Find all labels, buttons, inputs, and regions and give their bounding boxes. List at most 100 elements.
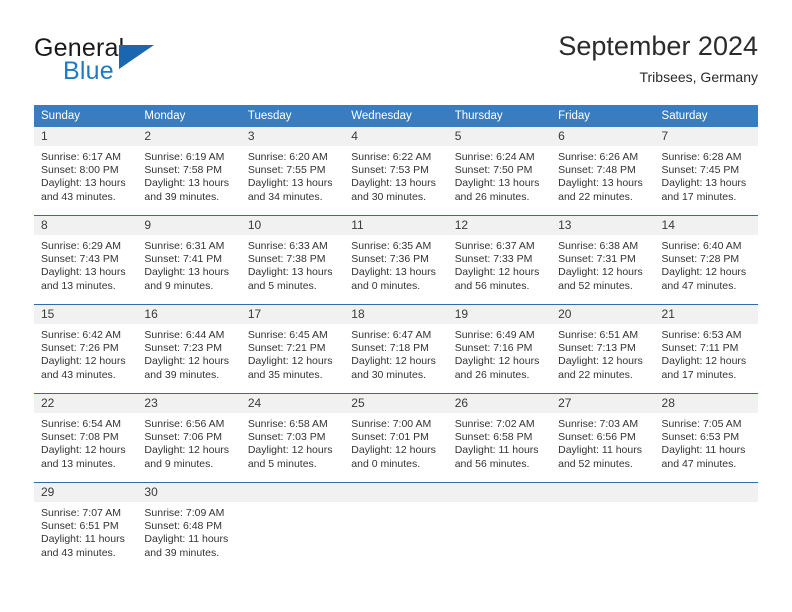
- sunset-text: Sunset: 7:45 PM: [661, 164, 740, 177]
- sunrise-text: Sunrise: 6:45 AM: [247, 329, 328, 341]
- day-details: Sunrise: 6:19 AM Sunset: 7:58 PM Dayligh…: [137, 146, 240, 204]
- day-number: [240, 483, 345, 502]
- day-number: 10: [240, 216, 345, 235]
- day-number: 11: [344, 216, 448, 235]
- sunrise-text: Sunrise: 6:17 AM: [41, 151, 121, 163]
- day-number: [447, 483, 552, 502]
- day-details: Sunrise: 6:53 AM Sunset: 7:11 PM Dayligh…: [655, 324, 758, 382]
- calendar-day-cell[interactable]: 22 Sunrise: 6:54 AM Sunset: 7:08 PM Dayl…: [34, 393, 138, 483]
- calendar-day-cell[interactable]: 27 Sunrise: 7:03 AM Sunset: 6:56 PM Dayl…: [551, 393, 655, 483]
- day-details: Sunrise: 6:29 AM Sunset: 7:43 PM Dayligh…: [34, 235, 137, 293]
- day-details: Sunrise: 6:38 AM Sunset: 7:31 PM Dayligh…: [551, 235, 654, 293]
- calendar-day-cell[interactable]: 15 Sunrise: 6:42 AM Sunset: 7:26 PM Dayl…: [34, 304, 138, 394]
- day-details: Sunrise: 6:49 AM Sunset: 7:16 PM Dayligh…: [448, 324, 551, 382]
- calendar-day-cell[interactable]: 16 Sunrise: 6:44 AM Sunset: 7:23 PM Dayl…: [137, 304, 241, 394]
- calendar-day-cell[interactable]: 14 Sunrise: 6:40 AM Sunset: 7:28 PM Dayl…: [654, 215, 758, 305]
- day-number: 17: [240, 305, 345, 324]
- general-blue-logo[interactable]: General Blue: [34, 34, 224, 92]
- calendar-day-cell[interactable]: 17 Sunrise: 6:45 AM Sunset: 7:21 PM Dayl…: [240, 304, 345, 394]
- sunrise-text: Sunrise: 7:05 AM: [661, 418, 742, 430]
- calendar-day-cell[interactable]: 10 Sunrise: 6:33 AM Sunset: 7:38 PM Dayl…: [240, 215, 345, 305]
- calendar-day-cell[interactable]: 25 Sunrise: 7:00 AM Sunset: 7:01 PM Dayl…: [344, 393, 448, 483]
- sunrise-text: Sunrise: 6:24 AM: [454, 151, 535, 163]
- daylight-text: Daylight: 11 hours and 47 minutes.: [661, 444, 746, 470]
- daylight-text: Daylight: 12 hours and 56 minutes.: [454, 266, 540, 292]
- calendar-day-cell[interactable]: 13 Sunrise: 6:38 AM Sunset: 7:31 PM Dayl…: [551, 215, 655, 305]
- sunrise-text: Sunrise: 7:00 AM: [351, 418, 432, 430]
- daylight-text: Daylight: 12 hours and 26 minutes.: [454, 355, 540, 381]
- day-details: Sunrise: 6:20 AM Sunset: 7:55 PM Dayligh…: [241, 146, 344, 204]
- day-number: 4: [344, 127, 448, 146]
- sunset-text: Sunset: 7:06 PM: [144, 431, 223, 444]
- calendar-day-cell[interactable]: 2 Sunrise: 6:19 AM Sunset: 7:58 PM Dayli…: [137, 127, 241, 216]
- day-number: 19: [447, 305, 552, 324]
- day-number: 13: [551, 216, 655, 235]
- sunset-text: Sunset: 6:58 PM: [454, 431, 533, 444]
- calendar-day-cell[interactable]: 19 Sunrise: 6:49 AM Sunset: 7:16 PM Dayl…: [447, 304, 552, 394]
- calendar-day-cell-empty: [344, 482, 448, 571]
- calendar-day-cell[interactable]: 4 Sunrise: 6:22 AM Sunset: 7:53 PM Dayli…: [344, 127, 448, 216]
- daylight-text: Daylight: 12 hours and 30 minutes.: [351, 355, 436, 381]
- calendar-day-cell[interactable]: 12 Sunrise: 6:37 AM Sunset: 7:33 PM Dayl…: [447, 215, 552, 305]
- sunrise-text: Sunrise: 6:54 AM: [41, 418, 121, 430]
- calendar-week-row: 15 Sunrise: 6:42 AM Sunset: 7:26 PM Dayl…: [34, 304, 758, 394]
- sunrise-text: Sunrise: 6:53 AM: [661, 329, 742, 341]
- sunset-text: Sunset: 6:53 PM: [661, 431, 740, 444]
- calendar-day-cell[interactable]: 6 Sunrise: 6:26 AM Sunset: 7:48 PM Dayli…: [551, 127, 655, 216]
- sunrise-text: Sunrise: 6:31 AM: [144, 240, 225, 252]
- day-number: 3: [240, 127, 345, 146]
- sunset-text: Sunset: 7:55 PM: [247, 164, 326, 177]
- daylight-text: Daylight: 13 hours and 9 minutes.: [144, 266, 230, 292]
- sunrise-text: Sunrise: 6:26 AM: [558, 151, 639, 163]
- sunrise-text: Sunrise: 6:20 AM: [247, 151, 328, 163]
- page-title: September 2024: [558, 31, 758, 61]
- sunrise-text: Sunrise: 6:35 AM: [351, 240, 432, 252]
- calendar-week-row: 22 Sunrise: 6:54 AM Sunset: 7:08 PM Dayl…: [34, 393, 758, 483]
- sunset-text: Sunset: 7:50 PM: [454, 164, 533, 177]
- day-number: [654, 483, 758, 502]
- day-number: 24: [240, 394, 345, 413]
- sunset-text: Sunset: 7:03 PM: [247, 431, 326, 444]
- daylight-text: Daylight: 12 hours and 17 minutes.: [661, 355, 747, 381]
- sunset-text: Sunset: 7:26 PM: [41, 342, 119, 355]
- calendar-day-cell[interactable]: 30 Sunrise: 7:09 AM Sunset: 6:48 PM Dayl…: [137, 482, 241, 571]
- calendar-week-row: 29 Sunrise: 7:07 AM Sunset: 6:51 PM Dayl…: [34, 482, 758, 571]
- calendar-day-cell[interactable]: 1 Sunrise: 6:17 AM Sunset: 8:00 PM Dayli…: [34, 127, 138, 216]
- calendar-week-row: 8 Sunrise: 6:29 AM Sunset: 7:43 PM Dayli…: [34, 215, 758, 305]
- day-number: 7: [654, 127, 758, 146]
- day-number: 20: [551, 305, 655, 324]
- day-number: 22: [34, 394, 138, 413]
- daylight-text: Daylight: 13 hours and 39 minutes.: [144, 177, 230, 203]
- day-details: Sunrise: 6:54 AM Sunset: 7:08 PM Dayligh…: [34, 413, 137, 471]
- calendar-day-cell[interactable]: 20 Sunrise: 6:51 AM Sunset: 7:13 PM Dayl…: [551, 304, 655, 394]
- calendar-day-cell[interactable]: 5 Sunrise: 6:24 AM Sunset: 7:50 PM Dayli…: [447, 127, 552, 216]
- day-details: Sunrise: 6:47 AM Sunset: 7:18 PM Dayligh…: [344, 324, 447, 382]
- calendar-day-cell[interactable]: 11 Sunrise: 6:35 AM Sunset: 7:36 PM Dayl…: [344, 215, 448, 305]
- triangle-icon: [119, 45, 154, 69]
- sunrise-text: Sunrise: 6:49 AM: [454, 329, 535, 341]
- calendar-day-cell[interactable]: 18 Sunrise: 6:47 AM Sunset: 7:18 PM Dayl…: [344, 304, 448, 394]
- calendar-day-cell-empty: [240, 482, 345, 571]
- calendar-day-cell[interactable]: 23 Sunrise: 6:56 AM Sunset: 7:06 PM Dayl…: [137, 393, 241, 483]
- calendar-day-cell[interactable]: 8 Sunrise: 6:29 AM Sunset: 7:43 PM Dayli…: [34, 215, 138, 305]
- day-details: Sunrise: 7:00 AM Sunset: 7:01 PM Dayligh…: [344, 413, 447, 471]
- sunset-text: Sunset: 7:36 PM: [351, 253, 429, 266]
- calendar-day-cell[interactable]: 21 Sunrise: 6:53 AM Sunset: 7:11 PM Dayl…: [654, 304, 758, 394]
- daylight-text: Daylight: 12 hours and 43 minutes.: [41, 355, 126, 381]
- sunrise-text: Sunrise: 6:47 AM: [351, 329, 432, 341]
- calendar-day-cell[interactable]: 9 Sunrise: 6:31 AM Sunset: 7:41 PM Dayli…: [137, 215, 241, 305]
- daylight-text: Daylight: 12 hours and 22 minutes.: [558, 355, 643, 381]
- day-number: 30: [137, 483, 241, 502]
- sunset-text: Sunset: 6:51 PM: [41, 520, 119, 533]
- calendar-day-cell[interactable]: 29 Sunrise: 7:07 AM Sunset: 6:51 PM Dayl…: [34, 482, 138, 571]
- calendar-table: Sunday Monday Tuesday Wednesday Thursday…: [34, 105, 758, 571]
- sunset-text: Sunset: 7:13 PM: [558, 342, 636, 355]
- calendar-day-cell[interactable]: 26 Sunrise: 7:02 AM Sunset: 6:58 PM Dayl…: [447, 393, 552, 483]
- daylight-text: Daylight: 12 hours and 47 minutes.: [661, 266, 747, 292]
- calendar-day-cell[interactable]: 24 Sunrise: 6:58 AM Sunset: 7:03 PM Dayl…: [240, 393, 345, 483]
- calendar-day-cell[interactable]: 7 Sunrise: 6:28 AM Sunset: 7:45 PM Dayli…: [654, 127, 758, 216]
- daylight-text: Daylight: 11 hours and 43 minutes.: [41, 533, 125, 559]
- sunrise-text: Sunrise: 6:51 AM: [558, 329, 639, 341]
- calendar-day-cell[interactable]: 3 Sunrise: 6:20 AM Sunset: 7:55 PM Dayli…: [240, 127, 345, 216]
- calendar-day-cell[interactable]: 28 Sunrise: 7:05 AM Sunset: 6:53 PM Dayl…: [654, 393, 758, 483]
